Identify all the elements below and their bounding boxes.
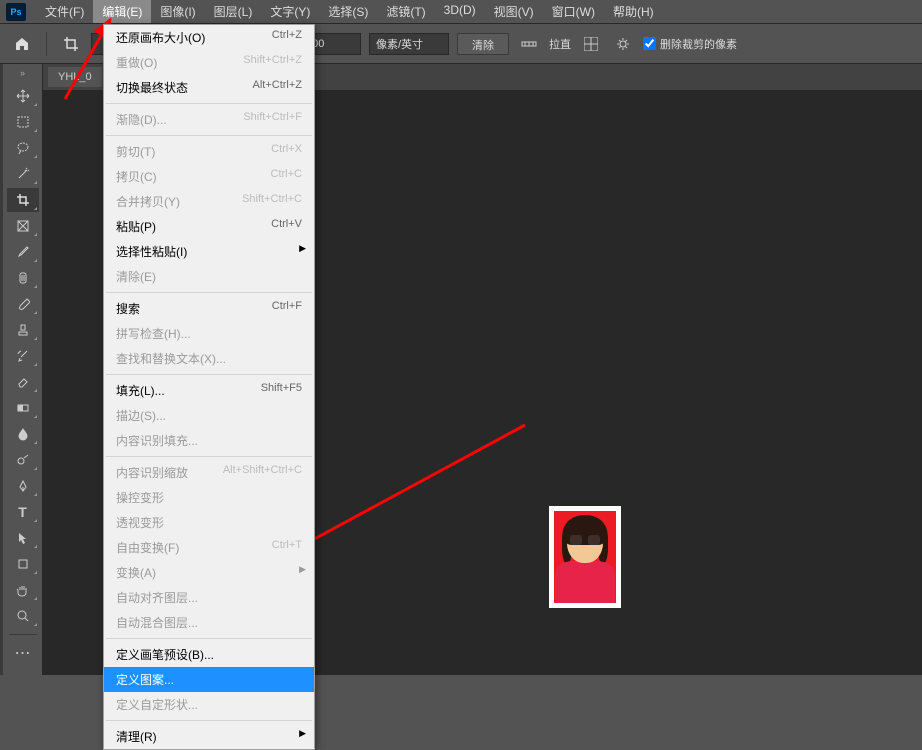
blur-tool[interactable] xyxy=(7,422,39,446)
menu-item-9[interactable]: 窗口(W) xyxy=(543,0,604,23)
dodge-tool[interactable] xyxy=(7,448,39,472)
menu-item[interactable]: 切换最终状态Alt+Ctrl+Z xyxy=(104,75,314,100)
resolution-unit[interactable] xyxy=(369,33,449,55)
gear-icon[interactable] xyxy=(611,32,635,56)
expand-icon[interactable]: » xyxy=(20,68,25,78)
menu-item[interactable]: 搜索Ctrl+F xyxy=(104,296,314,321)
menu-item-2[interactable]: 图像(I) xyxy=(151,0,204,23)
menu-item: 自动混合图层... xyxy=(104,610,314,635)
crop-tool[interactable] xyxy=(7,188,39,212)
menu-item[interactable]: 清理(R)▶ xyxy=(104,724,314,749)
clear-button[interactable]: 清除 xyxy=(457,33,509,55)
menu-item-3[interactable]: 图层(L) xyxy=(205,0,262,23)
path-select-tool[interactable] xyxy=(7,526,39,550)
healing-tool[interactable] xyxy=(7,266,39,290)
history-brush-tool[interactable] xyxy=(7,344,39,368)
move-tool[interactable] xyxy=(7,84,39,108)
straighten-label: 拉直 xyxy=(549,36,571,52)
zoom-tool[interactable] xyxy=(7,604,39,628)
stamp-tool[interactable] xyxy=(7,318,39,342)
menu-item: 合并拷贝(Y)Shift+Ctrl+C xyxy=(104,189,314,214)
menu-item: 变换(A)▶ xyxy=(104,560,314,585)
menu-item: 查找和替换文本(X)... xyxy=(104,346,314,371)
marquee-tool[interactable] xyxy=(7,110,39,134)
menu-item[interactable]: 定义画笔预设(B)... xyxy=(104,642,314,667)
menu-item: 操控变形 xyxy=(104,485,314,510)
menu-item: 定义自定形状... xyxy=(104,692,314,717)
menu-item: 拷贝(C)Ctrl+C xyxy=(104,164,314,189)
eyedropper-tool[interactable] xyxy=(7,240,39,264)
delete-cropped-checkbox[interactable]: 删除裁剪的像素 xyxy=(643,36,737,52)
menu-item[interactable]: 选择性粘贴(I)▶ xyxy=(104,239,314,264)
menu-item-10[interactable]: 帮助(H) xyxy=(604,0,663,23)
menu-item: 渐隐(D)...Shift+Ctrl+F xyxy=(104,107,314,132)
menu-item-4[interactable]: 文字(Y) xyxy=(261,0,319,23)
menu-item-0[interactable]: 文件(F) xyxy=(36,0,93,23)
menu-item-1[interactable]: 编辑(E) xyxy=(93,0,151,23)
gradient-tool[interactable] xyxy=(7,396,39,420)
hand-tool[interactable] xyxy=(7,578,39,602)
brush-tool[interactable] xyxy=(7,292,39,316)
menu-item: 拼写检查(H)... xyxy=(104,321,314,346)
menu-item[interactable]: 定义图案... xyxy=(104,667,314,692)
menu-item: 描边(S)... xyxy=(104,403,314,428)
menu-item: 自由变换(F)Ctrl+T xyxy=(104,535,314,560)
ps-logo: Ps xyxy=(6,3,26,21)
lasso-tool[interactable] xyxy=(7,136,39,160)
grid-icon[interactable] xyxy=(579,32,603,56)
edit-toolbar[interactable]: ⋯ xyxy=(7,641,39,665)
menu-item-7[interactable]: 3D(D) xyxy=(435,0,485,23)
type-tool[interactable]: T xyxy=(7,500,39,524)
menu-item-6[interactable]: 滤镜(T) xyxy=(377,0,434,23)
menu-item-5[interactable]: 选择(S) xyxy=(319,0,377,23)
pen-tool[interactable] xyxy=(7,474,39,498)
eraser-tool[interactable] xyxy=(7,370,39,394)
document-tab[interactable]: YHL_0 xyxy=(48,67,102,87)
menu-item[interactable]: 填充(L)...Shift+F5 xyxy=(104,378,314,403)
menu-item: 内容识别填充... xyxy=(104,428,314,453)
menu-item: 重做(O)Shift+Ctrl+Z xyxy=(104,50,314,75)
menubar: Ps 文件(F)编辑(E)图像(I)图层(L)文字(Y)选择(S)滤镜(T)3D… xyxy=(0,0,922,24)
frame-tool[interactable] xyxy=(7,214,39,238)
home-icon[interactable] xyxy=(10,32,34,56)
edit-menu-dropdown: 还原画布大小(O)Ctrl+Z重做(O)Shift+Ctrl+Z切换最终状态Al… xyxy=(103,24,315,750)
tools-panel: » T ⋯ xyxy=(0,64,43,675)
straighten-icon[interactable] xyxy=(517,32,541,56)
wand-tool[interactable] xyxy=(7,162,39,186)
menu-item[interactable]: 粘贴(P)Ctrl+V xyxy=(104,214,314,239)
menu-item: 透视变形 xyxy=(104,510,314,535)
crop-tool-icon[interactable] xyxy=(59,32,83,56)
menu-item: 剪切(T)Ctrl+X xyxy=(104,139,314,164)
shape-tool[interactable] xyxy=(7,552,39,576)
document-photo[interactable] xyxy=(549,506,621,608)
menu-item: 清除(E) xyxy=(104,264,314,289)
menu-item: 内容识别缩放Alt+Shift+Ctrl+C xyxy=(104,460,314,485)
menu-item: 自动对齐图层... xyxy=(104,585,314,610)
menu-item[interactable]: 还原画布大小(O)Ctrl+Z xyxy=(104,25,314,50)
menu-item-8[interactable]: 视图(V) xyxy=(485,0,543,23)
